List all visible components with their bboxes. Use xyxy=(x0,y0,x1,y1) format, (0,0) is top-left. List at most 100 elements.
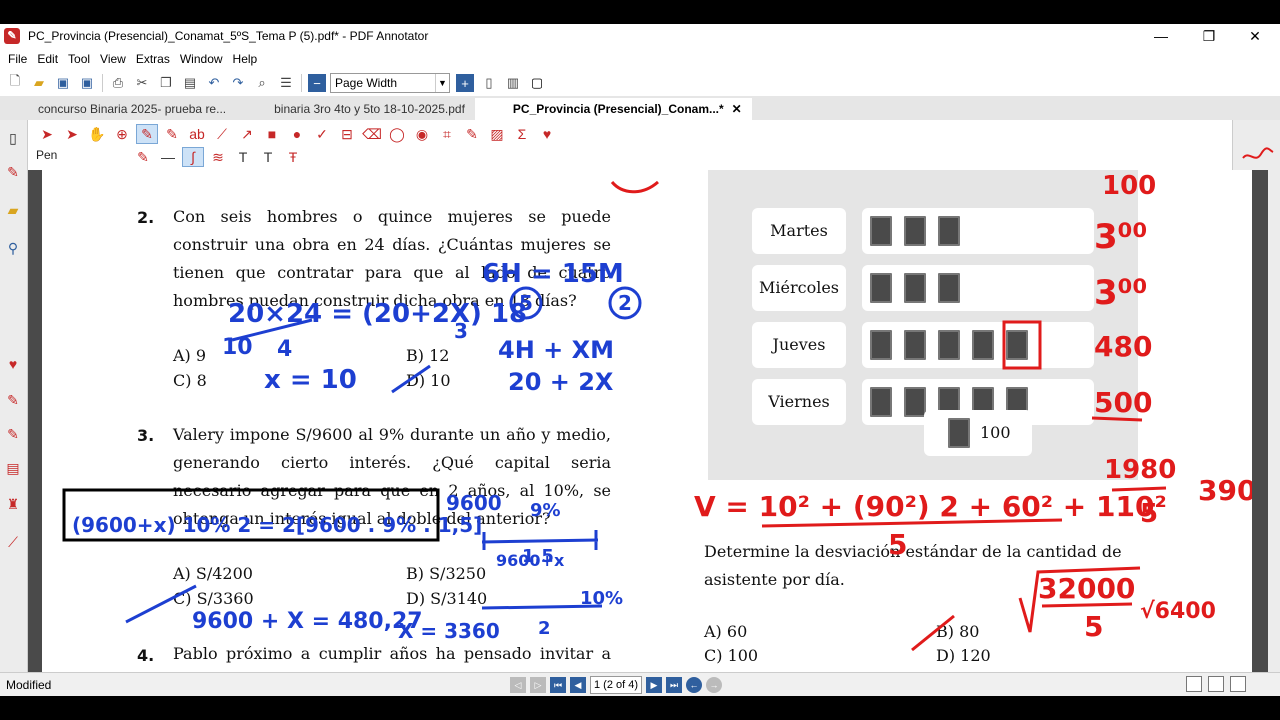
minimize-button[interactable]: — xyxy=(1138,24,1184,48)
continuous-view-icon[interactable] xyxy=(1208,676,1224,692)
pen-icon[interactable]: ✎ xyxy=(4,164,22,182)
two-page-view-icon[interactable] xyxy=(1230,676,1246,692)
highlighter-icon[interactable]: ✎ xyxy=(4,426,22,444)
line-style-icon[interactable]: — xyxy=(157,147,179,167)
ink-red-formula: V = 10² + (90²) 2 + 60² + 110² xyxy=(694,490,1167,523)
copy-icon[interactable]: ❐ xyxy=(157,74,175,92)
properties-icon[interactable]: ☰ xyxy=(277,74,295,92)
ellipse-tool-icon[interactable]: ● xyxy=(286,124,308,144)
image-tool-icon[interactable]: ▨ xyxy=(486,124,508,144)
ink-number: 3 xyxy=(454,319,468,343)
pictogram-panel: Martes Miércoles Jueves Viernes 100 xyxy=(708,170,1138,480)
line-icon[interactable]: ⟋ xyxy=(4,534,22,552)
single-page-icon[interactable]: ▯ xyxy=(480,74,498,92)
close-tab-icon[interactable]: ✕ xyxy=(732,102,742,116)
ink-number: 1,5 xyxy=(522,546,554,567)
save-as-icon[interactable]: ▣ xyxy=(78,74,96,92)
tab-pc-provincia[interactable]: PC_Provincia (Presencial)_Conam...* ✕ xyxy=(474,98,752,120)
cut-icon[interactable]: ✂ xyxy=(133,74,151,92)
tab-concurso-binaria[interactable]: concurso Binaria 2025- prueba re... xyxy=(0,98,236,120)
select-text-icon[interactable]: ➤ xyxy=(61,124,83,144)
select-arrow-icon[interactable]: ➤ xyxy=(36,124,58,144)
menu-extras[interactable]: Extras xyxy=(136,52,170,66)
text-underline-icon[interactable]: T xyxy=(257,147,279,167)
favorite-heart-icon[interactable]: ♥ xyxy=(536,124,558,144)
paste-icon[interactable]: ▤ xyxy=(181,74,199,92)
back-icon[interactable]: ◁ xyxy=(510,677,526,693)
close-button[interactable]: ✕ xyxy=(1232,24,1278,48)
text-style-icon[interactable]: T xyxy=(232,147,254,167)
menu-edit[interactable]: Edit xyxy=(37,52,58,66)
ink-red-fraction-line xyxy=(761,518,1063,528)
menu-file[interactable]: File xyxy=(8,52,27,66)
brush-tool-icon[interactable]: ✎ xyxy=(461,124,483,144)
hand-icon[interactable]: ✋ xyxy=(86,124,108,144)
sigma-tool-icon[interactable]: Σ xyxy=(511,124,533,144)
open-folder-icon[interactable]: ▰ xyxy=(30,74,48,92)
history-forward-icon[interactable]: → xyxy=(706,677,722,693)
right-option-a: A) 60 xyxy=(704,622,748,641)
next-page-icon[interactable]: ▶ xyxy=(646,677,662,693)
checkmark-tool-icon[interactable]: ✓ xyxy=(311,124,333,144)
history-back-icon[interactable]: ← xyxy=(686,677,702,693)
fullscreen-icon[interactable]: ▢ xyxy=(528,74,546,92)
marker-icon[interactable]: ✎ xyxy=(4,392,22,410)
zoom-out-icon[interactable]: − xyxy=(308,74,326,92)
first-page-icon[interactable]: ⏮ xyxy=(550,677,566,693)
pen-color-icon[interactable]: ✎ xyxy=(132,147,154,167)
page-number-field[interactable]: 1 (2 of 4) xyxy=(590,676,642,694)
maximize-button[interactable]: ❐ xyxy=(1186,24,1232,48)
zoom-in-icon[interactable]: + xyxy=(456,74,474,92)
attachment-icon[interactable]: ⚲ xyxy=(4,240,22,258)
find-icon[interactable]: ⌕ xyxy=(253,74,271,92)
measure-tool-icon[interactable]: ⊟ xyxy=(336,124,358,144)
menu-help[interactable]: Help xyxy=(233,52,258,66)
ink-circle xyxy=(608,286,642,320)
line-tool-icon[interactable]: ⟋ xyxy=(211,124,233,144)
toolbar-divider xyxy=(301,74,302,92)
stroke-adjust-icon[interactable]: ≋ xyxy=(207,147,229,167)
prev-page-icon[interactable]: ◀ xyxy=(570,677,586,693)
text-tool-icon[interactable]: ab xyxy=(186,124,208,144)
folder-icon[interactable]: ▰ xyxy=(4,202,22,220)
text-strike-icon[interactable]: Ŧ xyxy=(282,147,304,167)
document-view[interactable]: 2. Con seis hombres o quince mujeres se … xyxy=(28,170,1268,672)
highlighter-tool-icon[interactable]: ✎ xyxy=(161,124,183,144)
print-icon[interactable]: ⎙ xyxy=(109,74,127,92)
ink-number: 9600+x xyxy=(496,551,565,570)
continuous-page-icon[interactable]: ▥ xyxy=(504,74,522,92)
eraser-tool-icon[interactable]: ⌫ xyxy=(361,124,383,144)
pen-tool-icon[interactable]: ✎ xyxy=(136,124,158,144)
arrow-tool-icon[interactable]: ↗ xyxy=(236,124,258,144)
book-row xyxy=(862,322,1094,368)
book-icon xyxy=(870,330,892,360)
last-page-icon[interactable]: ⏭ xyxy=(666,677,682,693)
new-icon[interactable]: 🗋 xyxy=(6,73,24,92)
book-icon xyxy=(904,387,926,417)
undo-icon[interactable]: ↶ xyxy=(205,74,223,92)
menu-view[interactable]: View xyxy=(100,52,126,66)
favorite-heart-icon[interactable]: ♥ xyxy=(4,356,22,374)
forward-icon[interactable]: ▷ xyxy=(530,677,546,693)
menu-window[interactable]: Window xyxy=(180,52,223,66)
right-option-c: C) 100 xyxy=(704,646,759,665)
zoom-tool-icon[interactable]: ⊕ xyxy=(111,124,133,144)
camera-tool-icon[interactable]: ◉ xyxy=(411,124,433,144)
lasso-tool-icon[interactable]: ◯ xyxy=(386,124,408,144)
zoom-select[interactable]: Page Width ▼ xyxy=(330,73,450,93)
page-icon[interactable]: ▯ xyxy=(4,130,22,148)
crop-tool-icon[interactable]: ⌗ xyxy=(436,124,458,144)
save-icon[interactable]: ▣ xyxy=(54,74,72,92)
smooth-stroke-icon[interactable]: ∫ xyxy=(182,147,204,167)
stamp-icon[interactable]: ♜ xyxy=(4,496,22,514)
rectangle-tool-icon[interactable]: ■ xyxy=(261,124,283,144)
text-box-icon[interactable]: ▤ xyxy=(4,460,22,478)
day-label: Jueves xyxy=(752,322,846,368)
menu-tool[interactable]: Tool xyxy=(68,52,90,66)
question-4-text: Pablo próximo a cumplir años ha pensado … xyxy=(173,644,611,663)
redo-icon[interactable]: ↷ xyxy=(229,74,247,92)
document-tabs: concurso Binaria 2025- prueba re... bina… xyxy=(0,96,1280,120)
single-view-icon[interactable] xyxy=(1186,676,1202,692)
book-icon xyxy=(972,330,994,360)
tab-binaria-3ro[interactable]: binaria 3ro 4to y 5to 18-10-2025.pdf xyxy=(236,98,475,120)
